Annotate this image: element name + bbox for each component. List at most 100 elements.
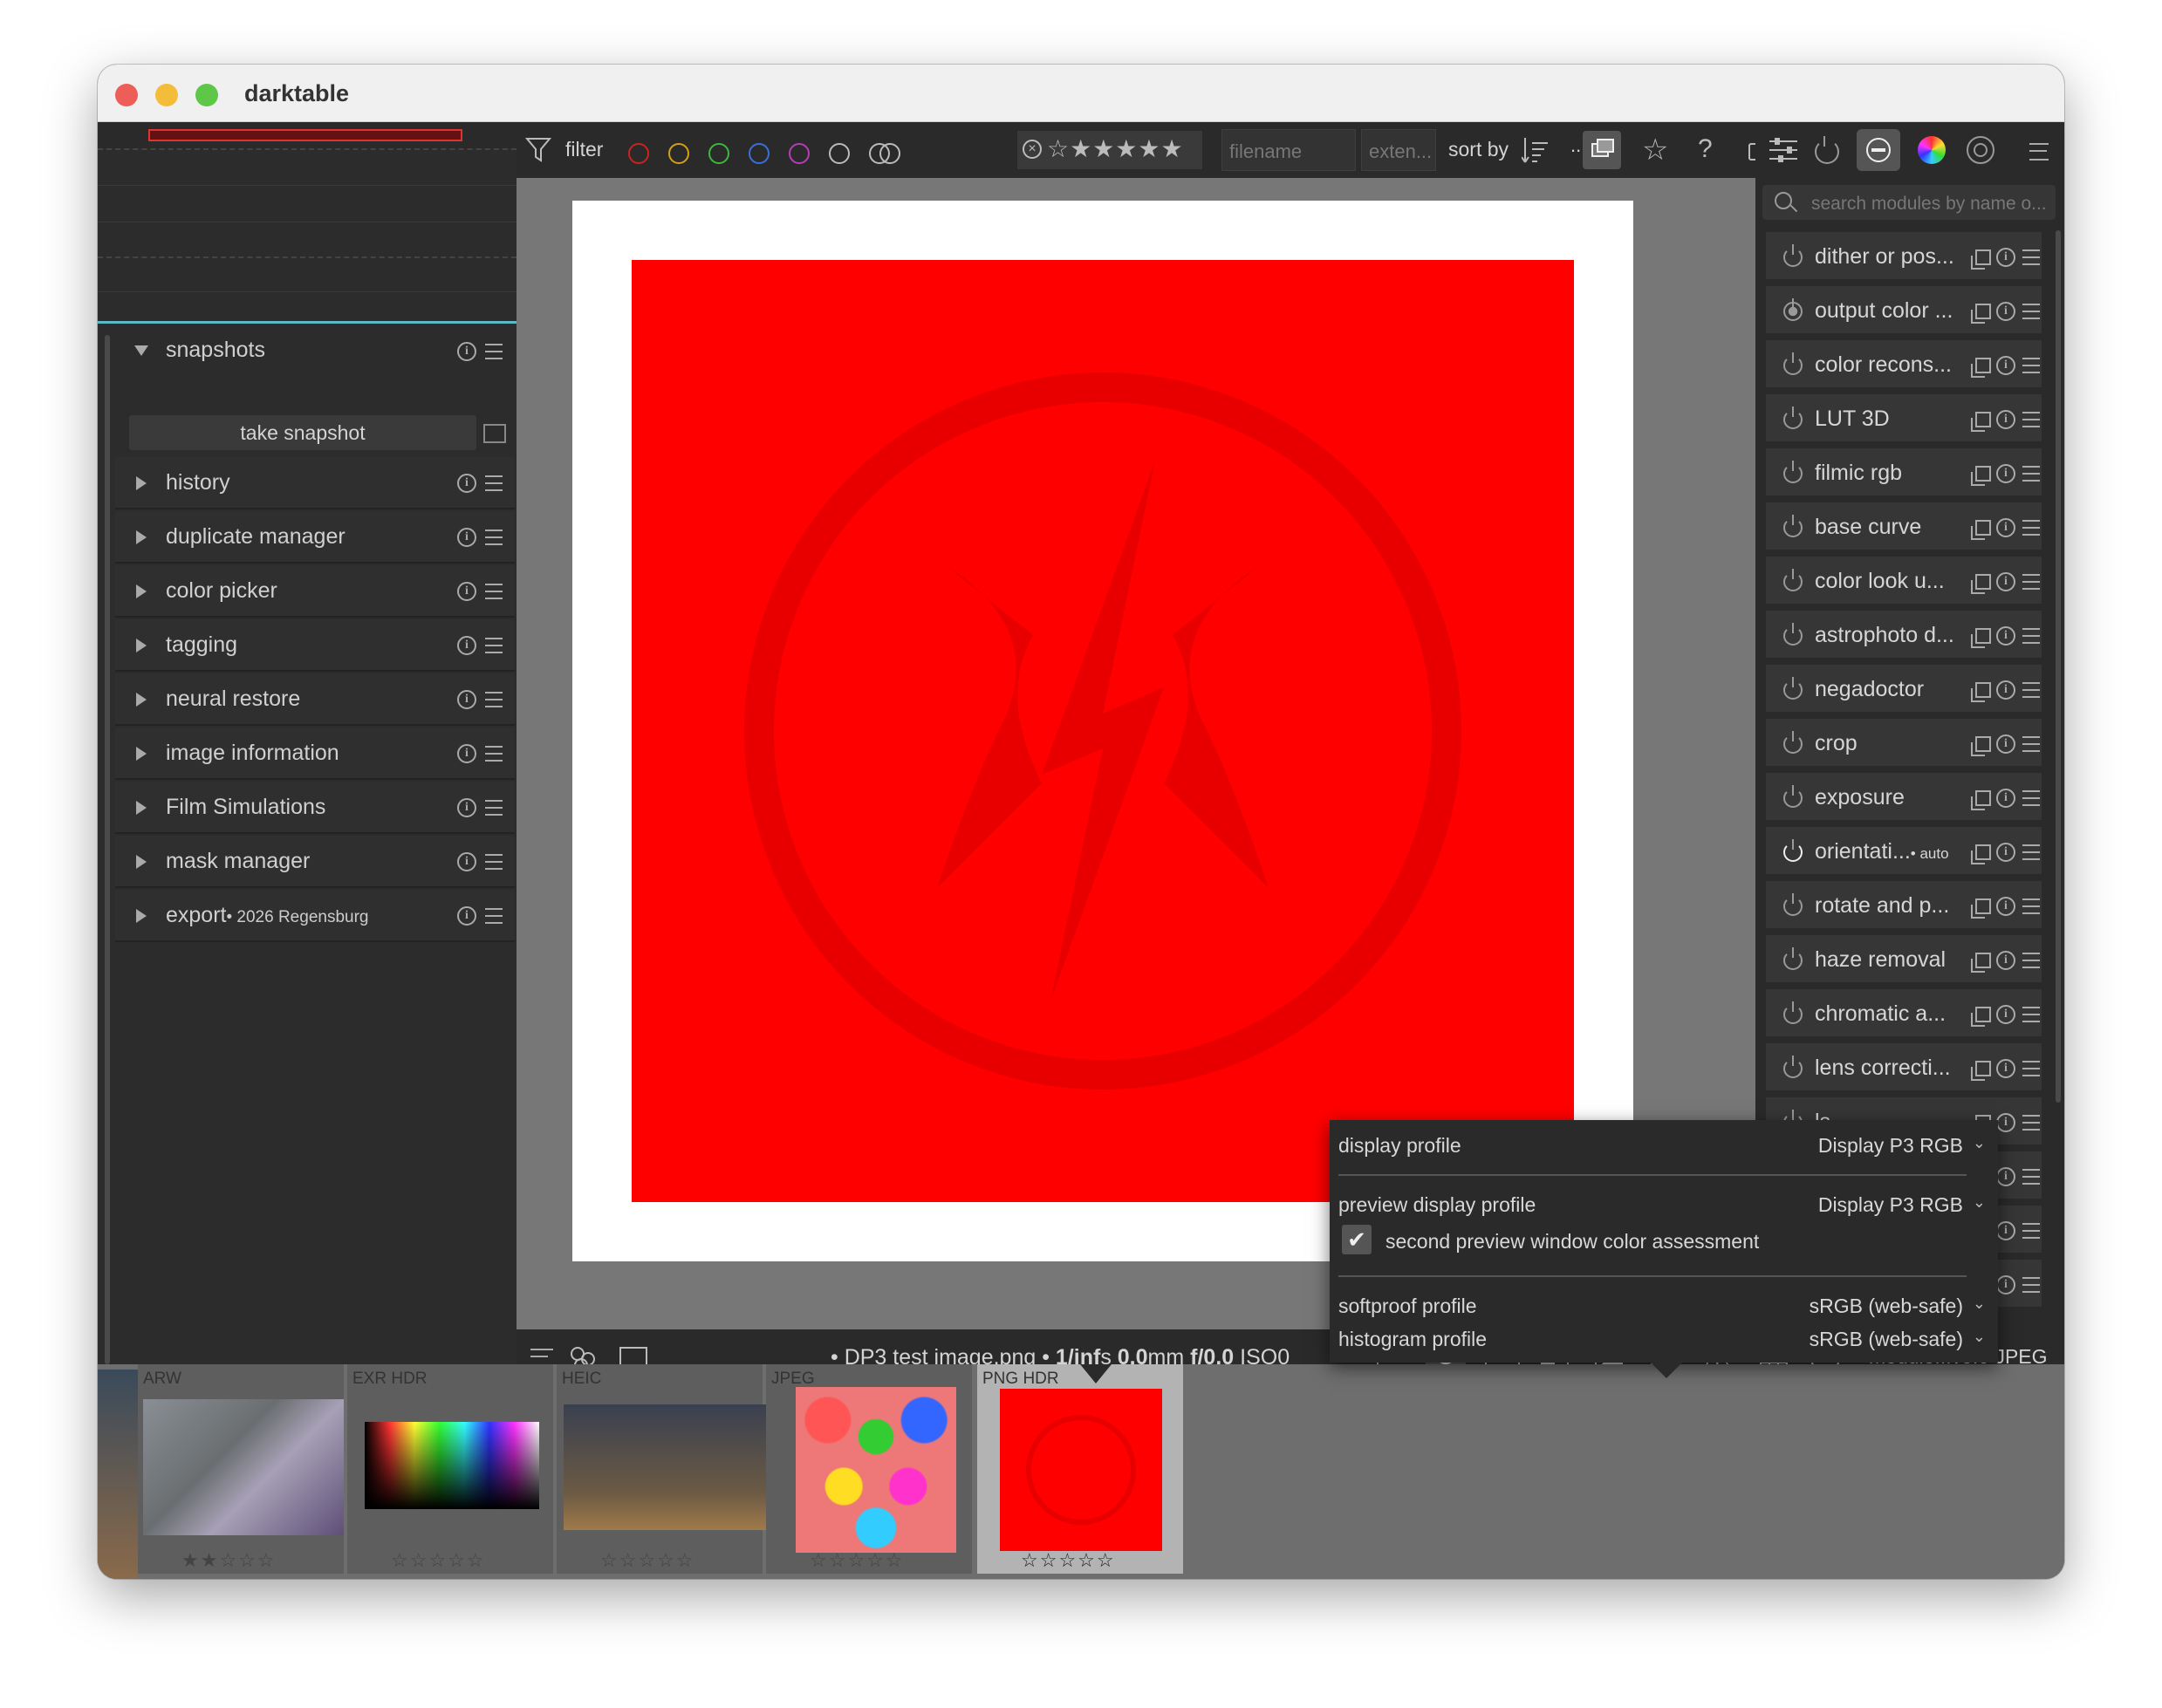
preset-menu-icon[interactable] xyxy=(485,854,503,870)
module-power-icon[interactable] xyxy=(1783,785,1803,808)
module-power-icon[interactable] xyxy=(1783,839,1803,862)
info-icon[interactable]: i xyxy=(457,798,476,817)
info-icon[interactable]: i xyxy=(1996,1221,2015,1240)
chevron-down-icon[interactable]: ⌄ xyxy=(1973,1134,1986,1152)
red-label-filter[interactable] xyxy=(628,143,649,164)
duplicate-icon[interactable] xyxy=(1971,412,1991,432)
module-row[interactable]: output color ... i xyxy=(1766,286,2042,337)
info-icon[interactable]: i xyxy=(1996,1059,2015,1078)
preset-menu-icon[interactable] xyxy=(2022,1277,2040,1293)
module-row[interactable]: negadoctor i xyxy=(1766,665,2042,715)
thumbnail-arw[interactable]: ARW ★★☆☆☆ xyxy=(138,1364,344,1574)
extension-input[interactable]: exten... xyxy=(1361,129,1436,171)
duplicate-icon[interactable] xyxy=(1971,1007,1991,1027)
color-label-op-icon[interactable] xyxy=(869,143,900,164)
info-icon[interactable]: i xyxy=(1996,1005,2015,1024)
info-icon[interactable]: i xyxy=(457,690,476,709)
thumbnail-heic[interactable]: HEIC ☆☆☆☆☆ xyxy=(557,1364,770,1574)
module-row-film-simulations[interactable]: Film Simulations i xyxy=(115,782,515,834)
module-power-icon[interactable] xyxy=(1783,677,1803,700)
module-power-icon[interactable] xyxy=(1783,1001,1803,1024)
module-row-duplicate-manager[interactable]: duplicate manager i xyxy=(115,511,515,564)
purple-label-filter[interactable] xyxy=(789,143,810,164)
module-row-mask-manager[interactable]: mask manager i xyxy=(115,836,515,888)
module-power-icon[interactable] xyxy=(1783,569,1803,591)
info-icon[interactable]: i xyxy=(1996,572,2015,591)
close-window-button[interactable] xyxy=(115,84,138,106)
module-power-icon[interactable] xyxy=(1783,407,1803,429)
left-scrollbar[interactable] xyxy=(105,335,110,1364)
duplicate-icon[interactable] xyxy=(1971,520,1991,540)
info-icon[interactable]: i xyxy=(1996,626,2015,646)
module-row[interactable]: LUT 3D i xyxy=(1766,394,2042,445)
info-icon[interactable]: i xyxy=(457,744,476,763)
module-search-input[interactable]: search modules by name o... xyxy=(1762,185,2056,220)
partial-thumbnail[interactable] xyxy=(98,1370,138,1579)
preset-menu-icon[interactable] xyxy=(2022,682,2040,698)
module-row[interactable]: filmic rgb i xyxy=(1766,448,2042,499)
thumbnail-png-hdr-selected[interactable]: PNG HDR ☆☆☆☆☆ xyxy=(977,1364,1183,1574)
info-icon[interactable]: i xyxy=(1996,680,2015,700)
duplicate-icon[interactable] xyxy=(1971,682,1991,702)
info-icon[interactable]: i xyxy=(1996,1167,2015,1186)
thumbnail-jpeg[interactable]: JPEG ☆☆☆☆☆ xyxy=(766,1364,972,1574)
preset-menu-icon[interactable] xyxy=(2022,520,2040,536)
preset-menu-icon[interactable] xyxy=(485,746,503,762)
preset-menu-icon[interactable] xyxy=(2022,898,2040,914)
preset-menu-icon[interactable] xyxy=(2022,412,2040,427)
module-row[interactable]: color look u... i xyxy=(1766,557,2042,607)
thumbnail-stars[interactable]: ★★☆☆☆ xyxy=(181,1549,277,1572)
duplicate-icon[interactable] xyxy=(1971,574,1991,594)
main-image[interactable] xyxy=(632,260,1574,1202)
duplicate-icon[interactable] xyxy=(1971,358,1991,378)
info-icon[interactable]: i xyxy=(1996,897,2015,916)
take-snapshot-button[interactable]: take snapshot xyxy=(129,415,476,450)
info-icon[interactable]: i xyxy=(1996,1113,2015,1132)
maximize-window-button[interactable] xyxy=(195,84,218,106)
preset-menu-icon[interactable] xyxy=(485,800,503,816)
info-icon[interactable]: i xyxy=(457,342,476,361)
thumbnail-stars[interactable]: ☆☆☆☆☆ xyxy=(1021,1549,1116,1572)
color-group-icon[interactable] xyxy=(1918,136,1946,164)
reject-icon[interactable]: × xyxy=(1023,140,1042,159)
info-icon[interactable]: i xyxy=(1996,410,2015,429)
duplicate-icon[interactable] xyxy=(1971,898,1991,919)
display-profile-dropdown[interactable]: Display P3 RGB xyxy=(1818,1134,1963,1158)
module-row[interactable]: dither or pos... i xyxy=(1766,232,2042,283)
info-icon[interactable]: i xyxy=(457,582,476,601)
module-power-icon[interactable] xyxy=(1783,352,1803,375)
module-row-color-picker[interactable]: color picker i xyxy=(115,565,515,618)
duplicate-icon[interactable] xyxy=(1971,249,1991,270)
preset-menu-icon[interactable] xyxy=(2022,1061,2040,1076)
info-icon[interactable]: i xyxy=(1996,1275,2015,1295)
preset-menu-icon[interactable] xyxy=(485,344,503,359)
effects-group-icon[interactable] xyxy=(1967,136,1994,164)
duplicate-icon[interactable] xyxy=(1971,304,1991,324)
gray-label-filter[interactable] xyxy=(829,143,850,164)
chevron-down-icon[interactable]: ⌄ xyxy=(1973,1328,1986,1346)
second-preview-checkbox[interactable]: ✔ xyxy=(1342,1225,1372,1254)
thumbnail-exr-hdr[interactable]: EXR HDR ☆☆☆☆☆ xyxy=(347,1364,553,1574)
preset-menu-icon[interactable] xyxy=(2022,249,2040,265)
module-row-neural-restore[interactable]: neural restore i xyxy=(115,673,515,726)
info-icon[interactable]: i xyxy=(457,528,476,547)
module-power-icon[interactable] xyxy=(1783,623,1803,646)
info-icon[interactable]: i xyxy=(1996,951,2015,970)
module-power-icon[interactable] xyxy=(1783,461,1803,483)
module-power-icon[interactable] xyxy=(1783,947,1803,970)
chevron-down-icon[interactable]: ⌄ xyxy=(1973,1295,1986,1313)
rating-stars[interactable]: ☆★★★★★ xyxy=(1047,134,1184,163)
info-icon[interactable]: i xyxy=(1996,248,2015,267)
info-icon[interactable]: i xyxy=(457,474,476,493)
info-icon[interactable]: i xyxy=(1996,734,2015,754)
duplicate-icon[interactable] xyxy=(1971,790,1991,810)
help-icon[interactable]: ? xyxy=(1698,134,1713,164)
preset-menu-icon[interactable] xyxy=(2022,358,2040,373)
duplicate-icon[interactable] xyxy=(1971,844,1991,864)
module-row[interactable]: color recons... i xyxy=(1766,340,2042,391)
grouping-button[interactable] xyxy=(1583,131,1621,169)
module-row[interactable]: exposure i xyxy=(1766,773,2042,823)
info-icon[interactable]: i xyxy=(1996,518,2015,537)
preset-menu-icon[interactable] xyxy=(2022,844,2040,860)
snapshots-header[interactable]: snapshots i xyxy=(115,325,515,377)
